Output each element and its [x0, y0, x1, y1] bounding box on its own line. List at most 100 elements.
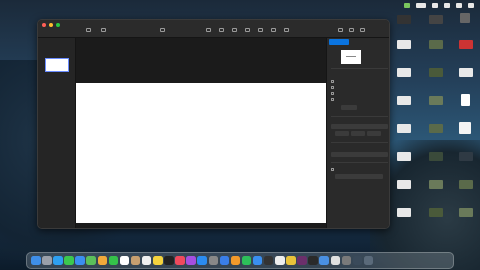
- desktop-file-icon[interactable]: [459, 152, 473, 161]
- launchpad-icon[interactable]: [42, 255, 52, 266]
- finder-icon[interactable]: [31, 255, 41, 266]
- desktop-file-icon[interactable]: [429, 124, 443, 133]
- desktop-file-icon[interactable]: [429, 180, 443, 189]
- checkbox[interactable]: [331, 92, 334, 95]
- contacts-icon[interactable]: [130, 255, 141, 266]
- table-button[interactable]: [206, 28, 211, 32]
- podcasts-icon[interactable]: [186, 255, 196, 266]
- desktop-file-icon[interactable]: [397, 208, 411, 217]
- xcode-icon[interactable]: [252, 255, 263, 266]
- collaborate-button[interactable]: [284, 28, 289, 32]
- search-icon[interactable]: [444, 2, 450, 8]
- desktop-file-icon[interactable]: [397, 124, 411, 133]
- inspector-tab-1[interactable]: [329, 39, 350, 45]
- app-generic-4-icon[interactable]: [341, 255, 352, 266]
- app-generic-1-icon[interactable]: [308, 255, 318, 266]
- app-store-icon[interactable]: [197, 255, 207, 266]
- chart-button[interactable]: [219, 28, 224, 32]
- format-button[interactable]: [338, 28, 343, 32]
- desktop-file-icon[interactable]: [459, 40, 473, 49]
- checkbox[interactable]: [331, 80, 334, 83]
- stepper[interactable]: [341, 105, 357, 110]
- drive-icon[interactable]: [404, 2, 410, 8]
- desktop-file-icon[interactable]: [397, 180, 411, 189]
- messages-icon[interactable]: [64, 255, 74, 266]
- animate-button[interactable]: [349, 28, 354, 32]
- option-pill[interactable]: [335, 131, 349, 136]
- desktop-file-icon[interactable]: [429, 152, 443, 161]
- trash-icon[interactable]: [363, 255, 374, 266]
- activity-monitor-icon[interactable]: [275, 255, 285, 266]
- desktop-file-icon[interactable]: [459, 208, 473, 217]
- document-button[interactable]: [360, 28, 365, 32]
- notes-icon[interactable]: [153, 255, 163, 266]
- wifi-icon[interactable]: [432, 2, 438, 8]
- view-button[interactable]: [86, 28, 91, 32]
- pages-icon[interactable]: [230, 255, 241, 266]
- setup-button[interactable]: [335, 174, 383, 179]
- desktop-file-icon[interactable]: [459, 68, 473, 77]
- desktop-file-icon[interactable]: [429, 15, 443, 24]
- option-row[interactable]: [331, 86, 334, 89]
- desktop-file-icon[interactable]: [459, 122, 471, 134]
- checkbox[interactable]: [331, 98, 334, 101]
- safari-icon[interactable]: [53, 255, 63, 266]
- desktop-file-icon[interactable]: [397, 96, 411, 105]
- music-icon[interactable]: [175, 255, 185, 266]
- slide-canvas[interactable]: [76, 83, 326, 223]
- system-preferences-icon[interactable]: [208, 255, 218, 266]
- comment-button[interactable]: [271, 28, 276, 32]
- mail-icon[interactable]: [75, 255, 85, 266]
- desktop-file-icon[interactable]: [429, 68, 443, 77]
- zoom-menu-button[interactable]: [101, 28, 106, 32]
- option-row[interactable]: [331, 80, 334, 83]
- desktop-file-icon[interactable]: [429, 40, 443, 49]
- option-row[interactable]: [331, 92, 334, 95]
- inspector-tab-2[interactable]: [349, 39, 369, 45]
- reminders-icon[interactable]: [141, 255, 152, 266]
- app-generic-2-icon[interactable]: [319, 255, 329, 266]
- chrome-icon[interactable]: [286, 255, 296, 266]
- minimize-button[interactable]: [49, 23, 53, 27]
- desktop-file-icon[interactable]: [460, 13, 470, 23]
- play-button[interactable]: [160, 28, 165, 32]
- slide-thumbnail[interactable]: [45, 58, 69, 72]
- control-center-icon[interactable]: [456, 2, 462, 8]
- desktop-file-icon[interactable]: [429, 208, 443, 217]
- app-generic-3-icon[interactable]: [330, 255, 341, 266]
- checkbox[interactable]: [331, 168, 334, 171]
- terminal-icon[interactable]: [263, 255, 274, 266]
- siri-icon[interactable]: [468, 2, 474, 8]
- photos-icon[interactable]: [97, 255, 108, 266]
- facetime-icon[interactable]: [108, 255, 119, 266]
- maps-icon[interactable]: [86, 255, 96, 266]
- desktop-file-icon[interactable]: [397, 15, 411, 24]
- desktop-file-icon[interactable]: [397, 40, 411, 49]
- battery-icon[interactable]: [416, 2, 426, 8]
- desktop-file-icon[interactable]: [459, 180, 473, 189]
- option-pill[interactable]: [367, 131, 381, 136]
- media-button[interactable]: [258, 28, 263, 32]
- option-row[interactable]: [331, 98, 334, 101]
- desktop-file-icon[interactable]: [429, 96, 443, 105]
- keynote-icon[interactable]: [219, 255, 230, 266]
- text-button[interactable]: [232, 28, 237, 32]
- presentation-type-select[interactable]: [331, 124, 388, 129]
- zoom-button[interactable]: [56, 23, 60, 27]
- desktop-file-icon[interactable]: [461, 94, 470, 106]
- shape-button[interactable]: [245, 28, 250, 32]
- close-button[interactable]: [42, 23, 46, 27]
- checkbox[interactable]: [331, 86, 334, 89]
- downloads-icon[interactable]: [352, 255, 363, 266]
- numbers-icon[interactable]: [241, 255, 252, 266]
- theme-preview[interactable]: [341, 50, 361, 64]
- slide-size-select[interactable]: [331, 152, 388, 157]
- desktop-file-icon[interactable]: [397, 68, 411, 77]
- slack-icon[interactable]: [297, 255, 307, 266]
- option-pill[interactable]: [351, 131, 365, 136]
- desktop-file-icon[interactable]: [397, 152, 411, 161]
- option-row[interactable]: [331, 168, 334, 171]
- tv-icon[interactable]: [164, 255, 174, 266]
- inspector-tab-3[interactable]: [370, 39, 389, 45]
- calendar-icon[interactable]: [119, 255, 130, 266]
